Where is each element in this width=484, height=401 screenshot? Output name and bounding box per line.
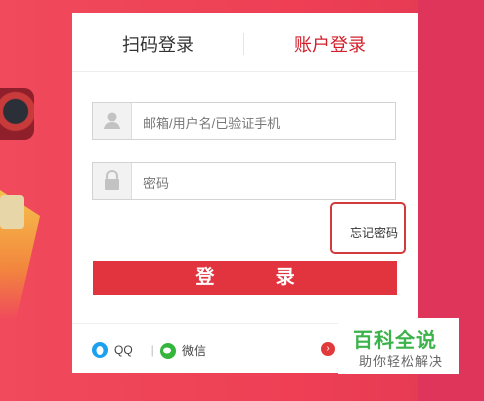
username-field[interactable]: 邮箱/用户名/已验证手机 xyxy=(92,102,396,140)
tab-divider xyxy=(243,33,244,55)
wechat-icon xyxy=(160,342,176,359)
login-button[interactable]: 登 录 xyxy=(93,261,397,295)
tab-qr-login[interactable]: 扫码登录 xyxy=(122,31,194,57)
watermark-logo: 百科全说 助你轻松解决 xyxy=(338,318,459,374)
qq-label: QQ xyxy=(114,343,133,357)
watermark-title: 百科全说 xyxy=(353,330,437,352)
qq-login-link[interactable]: QQ | xyxy=(92,342,154,358)
wechat-label: 微信 xyxy=(182,344,207,358)
watermark-subtitle: 助你轻松解决 xyxy=(359,354,444,369)
login-tabs: 扫码登录 账户登录 xyxy=(72,13,418,72)
password-placeholder: 密码 xyxy=(143,176,170,191)
qq-icon xyxy=(92,342,108,358)
username-placeholder: 邮箱/用户名/已验证手机 xyxy=(143,116,281,131)
password-field[interactable]: 密码 xyxy=(92,162,396,200)
forgot-password-label: 忘记密码 xyxy=(350,226,399,240)
arrow-right-icon[interactable]: › xyxy=(321,342,335,356)
wechat-login-link[interactable]: 微信 xyxy=(160,342,206,359)
lock-icon xyxy=(93,163,132,199)
forgot-password-link[interactable]: 忘记密码 xyxy=(330,202,406,254)
decorative-badge xyxy=(0,195,24,229)
user-icon xyxy=(93,103,132,139)
tab-account-login[interactable]: 账户登录 xyxy=(294,31,366,57)
social-separator: | xyxy=(150,343,154,357)
camera-decoration-icon xyxy=(0,88,34,140)
